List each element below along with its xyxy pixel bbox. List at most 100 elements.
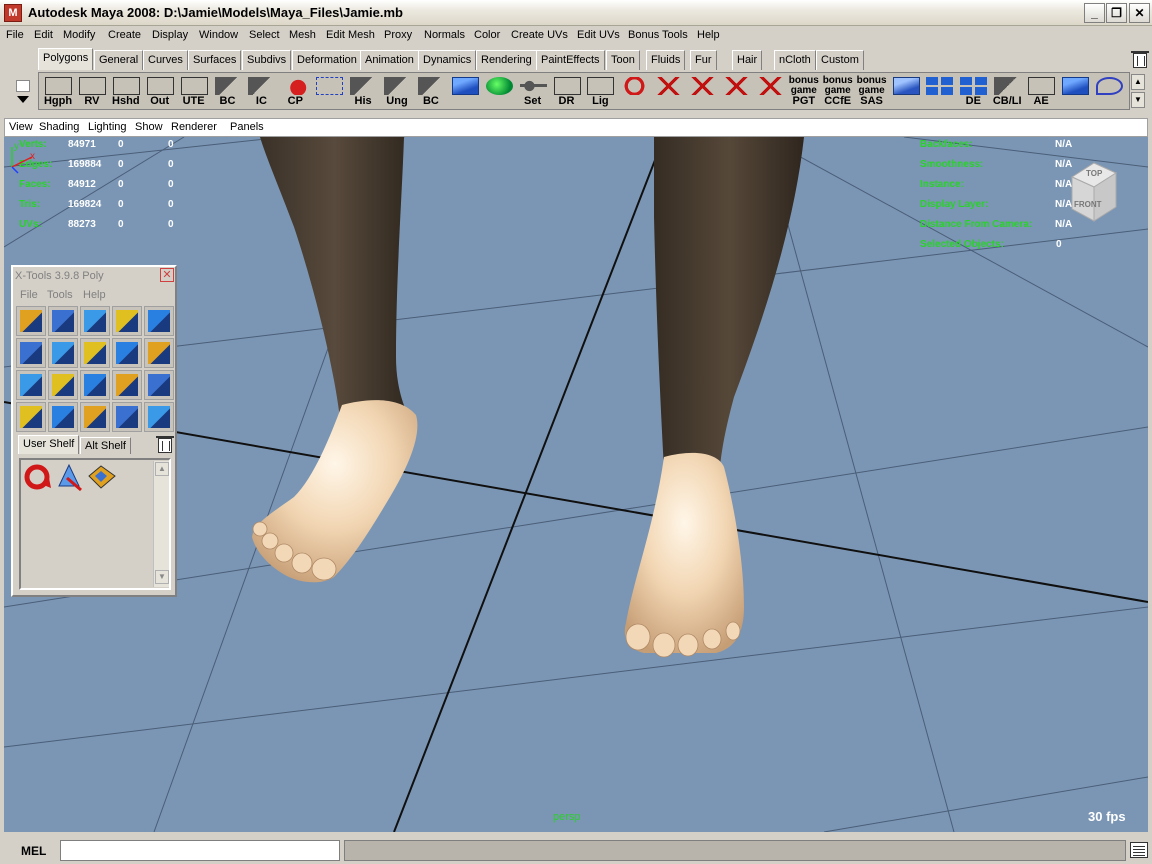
- shelf-tab-curves[interactable]: Curves: [143, 50, 188, 70]
- persp-viewport[interactable]: Verts: 84971 0 0 Edges: 169884 0 0 Faces: 84912 0 0…: [4, 137, 1148, 832]
- menu-window[interactable]: Window: [199, 29, 238, 41]
- menu-edit-uvs[interactable]: Edit UVs: [577, 29, 620, 41]
- xtools-tool-button[interactable]: [112, 338, 142, 368]
- xtools-menu-help[interactable]: Help: [83, 289, 106, 301]
- shelf-button[interactable]: [889, 75, 922, 108]
- xtools-menu-tools[interactable]: Tools: [47, 289, 73, 301]
- shelf-tab-custom[interactable]: Custom: [816, 50, 864, 70]
- shelf-button-set[interactable]: Set: [516, 75, 549, 108]
- chevron-up-icon[interactable]: ▲: [1131, 74, 1145, 90]
- shelf-options-icon[interactable]: [16, 80, 30, 92]
- menu-create-uvs[interactable]: Create UVs: [511, 29, 568, 41]
- shelf-button[interactable]: [753, 75, 786, 108]
- script-editor-icon[interactable]: [1130, 842, 1148, 858]
- menu-bonus-tools[interactable]: Bonus Tools: [628, 29, 688, 41]
- shelf-tab-subdivs[interactable]: Subdivs: [242, 50, 292, 70]
- shelf-button-ic[interactable]: IC: [245, 75, 278, 108]
- xtools-tool-button[interactable]: [48, 306, 78, 336]
- xtools-tool-button[interactable]: [80, 370, 110, 400]
- xtools-tool-button[interactable]: [80, 402, 110, 432]
- xtools-tab-alt-shelf[interactable]: Alt Shelf: [80, 437, 131, 454]
- shelf-tab-general[interactable]: General: [94, 50, 144, 70]
- cone-tool-icon[interactable]: [55, 462, 85, 492]
- shelf-button-ute[interactable]: UTE: [177, 75, 210, 108]
- shelf-button-ung[interactable]: Ung: [381, 75, 413, 108]
- shelf-tab-hair[interactable]: Hair: [732, 50, 763, 70]
- panel-menu-shading[interactable]: Shading: [39, 121, 79, 133]
- chevron-down-icon[interactable]: ▼: [1131, 92, 1145, 108]
- close-button[interactable]: ✕: [1129, 3, 1150, 23]
- menu-modify[interactable]: Modify: [63, 29, 95, 41]
- command-language-label[interactable]: MEL: [21, 844, 46, 858]
- xtools-tool-button[interactable]: [80, 306, 110, 336]
- menu-color[interactable]: Color: [474, 29, 500, 41]
- panel-menu-renderer[interactable]: Renderer: [171, 121, 217, 133]
- shelf-button-cbli[interactable]: CB/LI: [991, 75, 1024, 108]
- menu-display[interactable]: Display: [152, 29, 188, 41]
- shelf-button-bc[interactable]: BC: [211, 75, 244, 108]
- shelf-tab-ncloth[interactable]: nCloth: [774, 50, 816, 70]
- shelf-button[interactable]: [313, 75, 346, 108]
- shelf-button[interactable]: [720, 75, 752, 108]
- shelf-button-out[interactable]: Out: [143, 75, 176, 108]
- uv-grid-icon[interactable]: [87, 462, 117, 492]
- panel-menu-panels[interactable]: Panels: [230, 121, 264, 133]
- panel-menu-lighting[interactable]: Lighting: [88, 121, 127, 133]
- xtools-shelf-scrollbar[interactable]: ▲ ▼: [153, 461, 169, 587]
- xtools-tool-button[interactable]: [48, 402, 78, 432]
- chevron-up-icon[interactable]: ▲: [155, 462, 169, 476]
- menu-mesh[interactable]: Mesh: [289, 29, 316, 41]
- xtools-tool-button[interactable]: [144, 370, 174, 400]
- trash-icon[interactable]: [1131, 51, 1149, 68]
- restore-button[interactable]: ❐: [1106, 3, 1127, 23]
- shelf-button-de[interactable]: DE: [957, 75, 990, 108]
- menu-create[interactable]: Create: [108, 29, 141, 41]
- chevron-down-icon[interactable]: ▼: [155, 570, 169, 584]
- xtools-tool-button[interactable]: [16, 370, 46, 400]
- xtools-tool-button[interactable]: [48, 370, 78, 400]
- menu-file[interactable]: File: [6, 29, 24, 41]
- shelf-tab-animation[interactable]: Animation: [360, 50, 419, 70]
- xtools-menu-file[interactable]: File: [20, 289, 38, 301]
- shelf-button[interactable]: [448, 75, 481, 108]
- xtools-tool-button[interactable]: [16, 338, 46, 368]
- shelf-tab-fur[interactable]: Fur: [690, 50, 717, 70]
- xtools-close-button[interactable]: ✕: [160, 268, 174, 282]
- shelf-tab-rendering[interactable]: Rendering: [476, 50, 537, 70]
- shelf-button-dr[interactable]: DR: [550, 75, 583, 108]
- shelf-button-hgph[interactable]: Hgph: [42, 75, 74, 108]
- xtools-title-bar[interactable]: X-Tools 3.9.8 Poly ✕: [13, 267, 175, 285]
- xtools-tool-button[interactable]: [144, 402, 174, 432]
- shelf-tab-deformation[interactable]: Deformation: [292, 50, 362, 70]
- xtools-tool-button[interactable]: [144, 338, 174, 368]
- command-input[interactable]: [60, 840, 340, 861]
- shelf-button-pgt[interactable]: bonus game PGT: [787, 75, 820, 108]
- menu-normals[interactable]: Normals: [424, 29, 465, 41]
- trash-icon[interactable]: [156, 436, 174, 453]
- xtools-tool-button[interactable]: [16, 402, 46, 432]
- panel-menu-show[interactable]: Show: [135, 121, 163, 133]
- xtools-tool-button[interactable]: [16, 306, 46, 336]
- shelf-button-his[interactable]: His: [347, 75, 380, 108]
- maya-icon[interactable]: M: [4, 4, 22, 22]
- shelf-button[interactable]: [686, 75, 719, 108]
- menu-select[interactable]: Select: [249, 29, 280, 41]
- shelf-tab-surfaces[interactable]: Surfaces: [188, 50, 242, 70]
- view-cube[interactable]: TOP FRONT: [1064, 161, 1118, 223]
- undo-icon[interactable]: [23, 462, 53, 492]
- shelf-menu-toggle[interactable]: [12, 78, 34, 112]
- shelf-button-hshd[interactable]: Hshd: [109, 75, 142, 108]
- shelf-button[interactable]: [923, 75, 956, 108]
- shelf-button-ccfe[interactable]: bonus game CCfE: [821, 75, 854, 108]
- shelf-tab-fluids[interactable]: Fluids: [646, 50, 686, 70]
- shelf-button-sas[interactable]: bonus game SAS: [855, 75, 888, 108]
- shelf-button-bc[interactable]: BC: [414, 75, 447, 108]
- shelf-button[interactable]: [1059, 75, 1091, 108]
- xtools-tool-button[interactable]: [112, 402, 142, 432]
- shelf-button-rv[interactable]: RV: [75, 75, 108, 108]
- shelf-button[interactable]: [1092, 75, 1125, 108]
- menu-proxy[interactable]: Proxy: [384, 29, 412, 41]
- xtools-tab-user-shelf[interactable]: User Shelf: [18, 435, 80, 454]
- shelf-tab-painteffects[interactable]: PaintEffects: [536, 50, 605, 70]
- menu-edit-mesh[interactable]: Edit Mesh: [326, 29, 375, 41]
